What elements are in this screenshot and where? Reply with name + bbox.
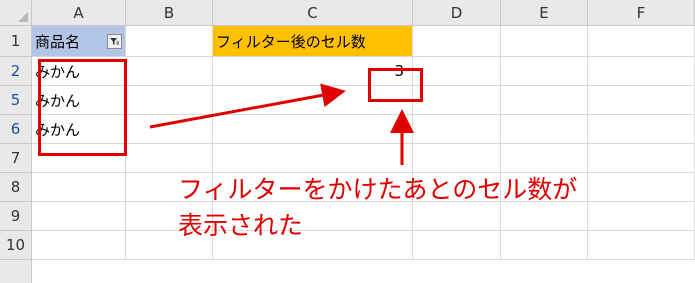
arrow-to-count-cell [149,83,346,129]
annotation-arrows [149,83,414,165]
annotation-line-1: フィルターをかけたあとのセル数が [178,175,578,204]
spreadsheet: A B C D E F 1 2 5 6 7 8 9 10 商品名 フィルター後の… [0,0,695,283]
annotation-line-2: 表示された [178,211,304,240]
